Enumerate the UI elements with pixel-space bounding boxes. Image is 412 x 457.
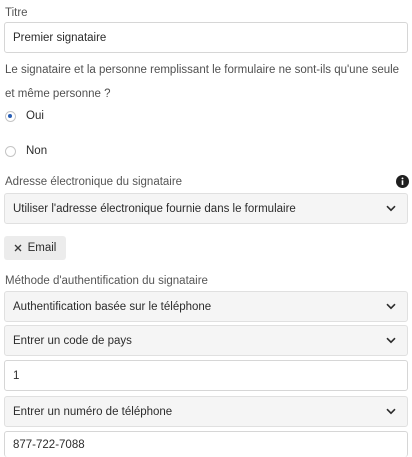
radio-label-oui: Oui (26, 110, 44, 122)
title-input-value: Premier signataire (13, 31, 107, 44)
auth-method-select[interactable]: Authentification basée sur le téléphone (4, 291, 408, 322)
phone-number-value: 877-722-7088 (13, 438, 85, 451)
phone-number-select-label: Entrer un numéro de téléphone (13, 405, 173, 418)
same-person-question: Le signataire et la personne remplissant… (5, 64, 400, 100)
country-code-select-label: Entrer un code de pays (13, 334, 132, 347)
phone-number-input[interactable]: 877-722-7088 (4, 431, 408, 457)
info-circle-icon[interactable] (396, 175, 409, 188)
email-source-selected: Utiliser l'adresse électronique fournie … (13, 202, 296, 215)
email-chip[interactable]: Email (4, 236, 66, 260)
title-label: Titre (5, 7, 28, 19)
auth-method-label: Méthode d'authentification du signataire (5, 275, 208, 287)
radio-label-non: Non (26, 145, 48, 157)
email-chip-label: Email (27, 242, 57, 254)
chevron-down-icon (385, 335, 397, 347)
email-label: Adresse électronique du signataire (5, 176, 183, 188)
radio-button-non[interactable] (5, 145, 16, 157)
email-source-select[interactable]: Utiliser l'adresse électronique fournie … (4, 193, 408, 224)
chevron-down-icon (385, 203, 397, 215)
radio-option-non[interactable]: Non (5, 145, 47, 157)
chevron-down-icon (385, 406, 397, 418)
country-code-input[interactable]: 1 (4, 360, 408, 391)
phone-number-select[interactable]: Entrer un numéro de téléphone (4, 396, 408, 427)
title-input[interactable]: Premier signataire (4, 22, 408, 53)
radio-button-oui[interactable] (5, 110, 16, 122)
country-code-select[interactable]: Entrer un code de pays (4, 325, 408, 356)
auth-method-selected: Authentification basée sur le téléphone (13, 300, 212, 313)
radio-option-oui[interactable]: Oui (5, 110, 44, 122)
country-code-value: 1 (13, 369, 20, 382)
chevron-down-icon (385, 301, 397, 313)
close-icon[interactable] (14, 244, 22, 252)
